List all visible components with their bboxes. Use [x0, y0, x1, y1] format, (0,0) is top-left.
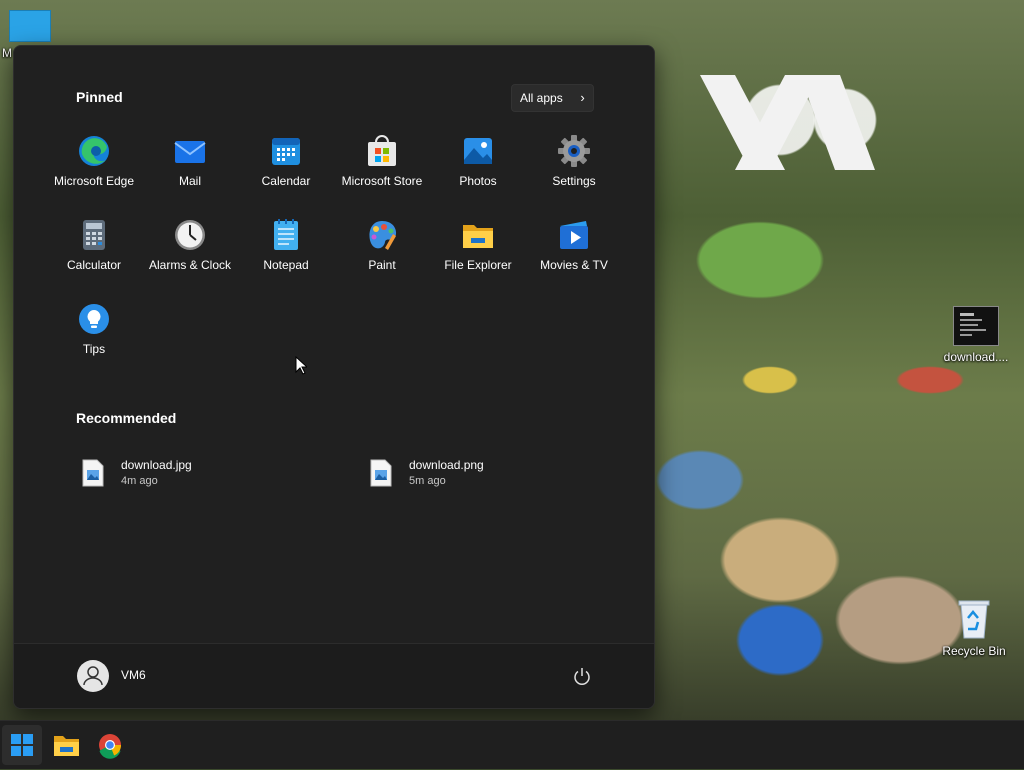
pinned-app-edge[interactable]: Microsoft Edge	[46, 130, 142, 210]
tips-icon	[77, 302, 111, 336]
app-label: Movies & TV	[540, 258, 608, 272]
recycle-bin-graphic	[958, 600, 990, 639]
mouse-cursor	[295, 356, 307, 375]
movies-icon	[557, 218, 591, 252]
paint-icon	[365, 218, 399, 252]
app-label: Paint	[368, 258, 396, 272]
taskbar-file-explorer[interactable]	[46, 725, 86, 765]
pinned-app-file-explorer[interactable]: File Explorer	[430, 214, 526, 294]
pinned-app-alarms-clock[interactable]: Alarms & Clock	[142, 214, 238, 294]
notepad-icon	[269, 218, 303, 252]
app-label: Microsoft Edge	[53, 174, 135, 188]
desktop-icon-recycle-bin[interactable]: Recycle Bin	[936, 598, 1012, 658]
desktop-icon-download[interactable]: download....	[938, 306, 1014, 364]
all-apps-label: All apps	[520, 91, 563, 105]
start-menu-footer: VM6	[14, 643, 654, 708]
start-menu: Pinned All apps › Microsoft Edge Mail Ca…	[13, 45, 655, 709]
chrome-icon	[99, 734, 122, 759]
pinned-app-settings[interactable]: Settings	[526, 130, 622, 210]
monitor-icon	[9, 10, 51, 42]
all-apps-button[interactable]: All apps ›	[511, 84, 594, 112]
user-name[interactable]: VM6	[121, 668, 146, 682]
pinned-app-movies-tv[interactable]: Movies & TV	[526, 214, 622, 294]
store-icon	[365, 134, 399, 168]
recommended-item[interactable]: download.jpg 4m ago	[81, 456, 341, 496]
pinned-app-paint[interactable]: Paint	[334, 214, 430, 294]
gear-icon	[557, 134, 591, 168]
user-icon	[83, 666, 103, 686]
recommended-file-time: 4m ago	[121, 475, 158, 487]
chevron-right-icon: ›	[580, 90, 585, 105]
image-file-icon	[82, 459, 104, 487]
app-label: Microsoft Store	[341, 174, 423, 188]
clock-icon	[173, 218, 207, 252]
photos-icon	[461, 134, 495, 168]
pinned-heading: Pinned	[76, 89, 123, 105]
thumbnail-graphic	[960, 313, 986, 336]
image-file-icon	[370, 459, 392, 487]
pinned-app-store[interactable]: Microsoft Store	[334, 130, 430, 210]
calculator-icon	[77, 218, 111, 252]
wallpaper-graphic	[700, 75, 875, 170]
user-avatar[interactable]	[77, 660, 109, 692]
folder-icon	[461, 218, 495, 252]
pinned-app-calculator[interactable]: Calculator	[46, 214, 142, 294]
taskbar	[0, 720, 1024, 769]
windows-start-icon	[11, 734, 33, 756]
app-label: Notepad	[263, 258, 309, 272]
pinned-app-notepad[interactable]: Notepad	[238, 214, 334, 294]
recycle-bin-icon	[957, 598, 991, 640]
recommended-file-name: download.jpg	[121, 458, 192, 472]
taskbar-chrome[interactable]	[90, 725, 130, 765]
desktop-icon-label: Recycle Bin	[942, 644, 1006, 658]
folder-icon	[54, 736, 79, 756]
image-file-icon	[953, 306, 999, 346]
pinned-app-tips[interactable]: Tips	[46, 298, 142, 378]
power-button[interactable]	[572, 666, 592, 686]
pinned-app-photos[interactable]: Photos	[430, 130, 526, 210]
app-label: Tips	[82, 342, 106, 356]
edge-icon	[77, 134, 111, 168]
recommended-file-time: 5m ago	[409, 475, 446, 487]
app-label: Calculator	[66, 258, 122, 272]
recommended-item[interactable]: download.png 5m ago	[369, 456, 629, 496]
app-label: Settings	[552, 174, 596, 188]
app-label: Mail	[178, 174, 201, 188]
start-button[interactable]	[2, 725, 42, 765]
recommended-heading: Recommended	[76, 410, 177, 426]
app-label: Calendar	[261, 174, 311, 188]
recommended-file-name: download.png	[409, 458, 484, 472]
desktop-icon-label: download....	[943, 350, 1009, 364]
app-label: Alarms & Clock	[148, 258, 231, 272]
calendar-icon	[269, 134, 303, 168]
app-label: File Explorer	[444, 258, 512, 272]
power-icon	[574, 668, 590, 685]
pinned-app-mail[interactable]: Mail	[142, 130, 238, 210]
app-label: Photos	[459, 174, 497, 188]
pinned-app-calendar[interactable]: Calendar	[238, 130, 334, 210]
mail-icon	[173, 134, 207, 168]
